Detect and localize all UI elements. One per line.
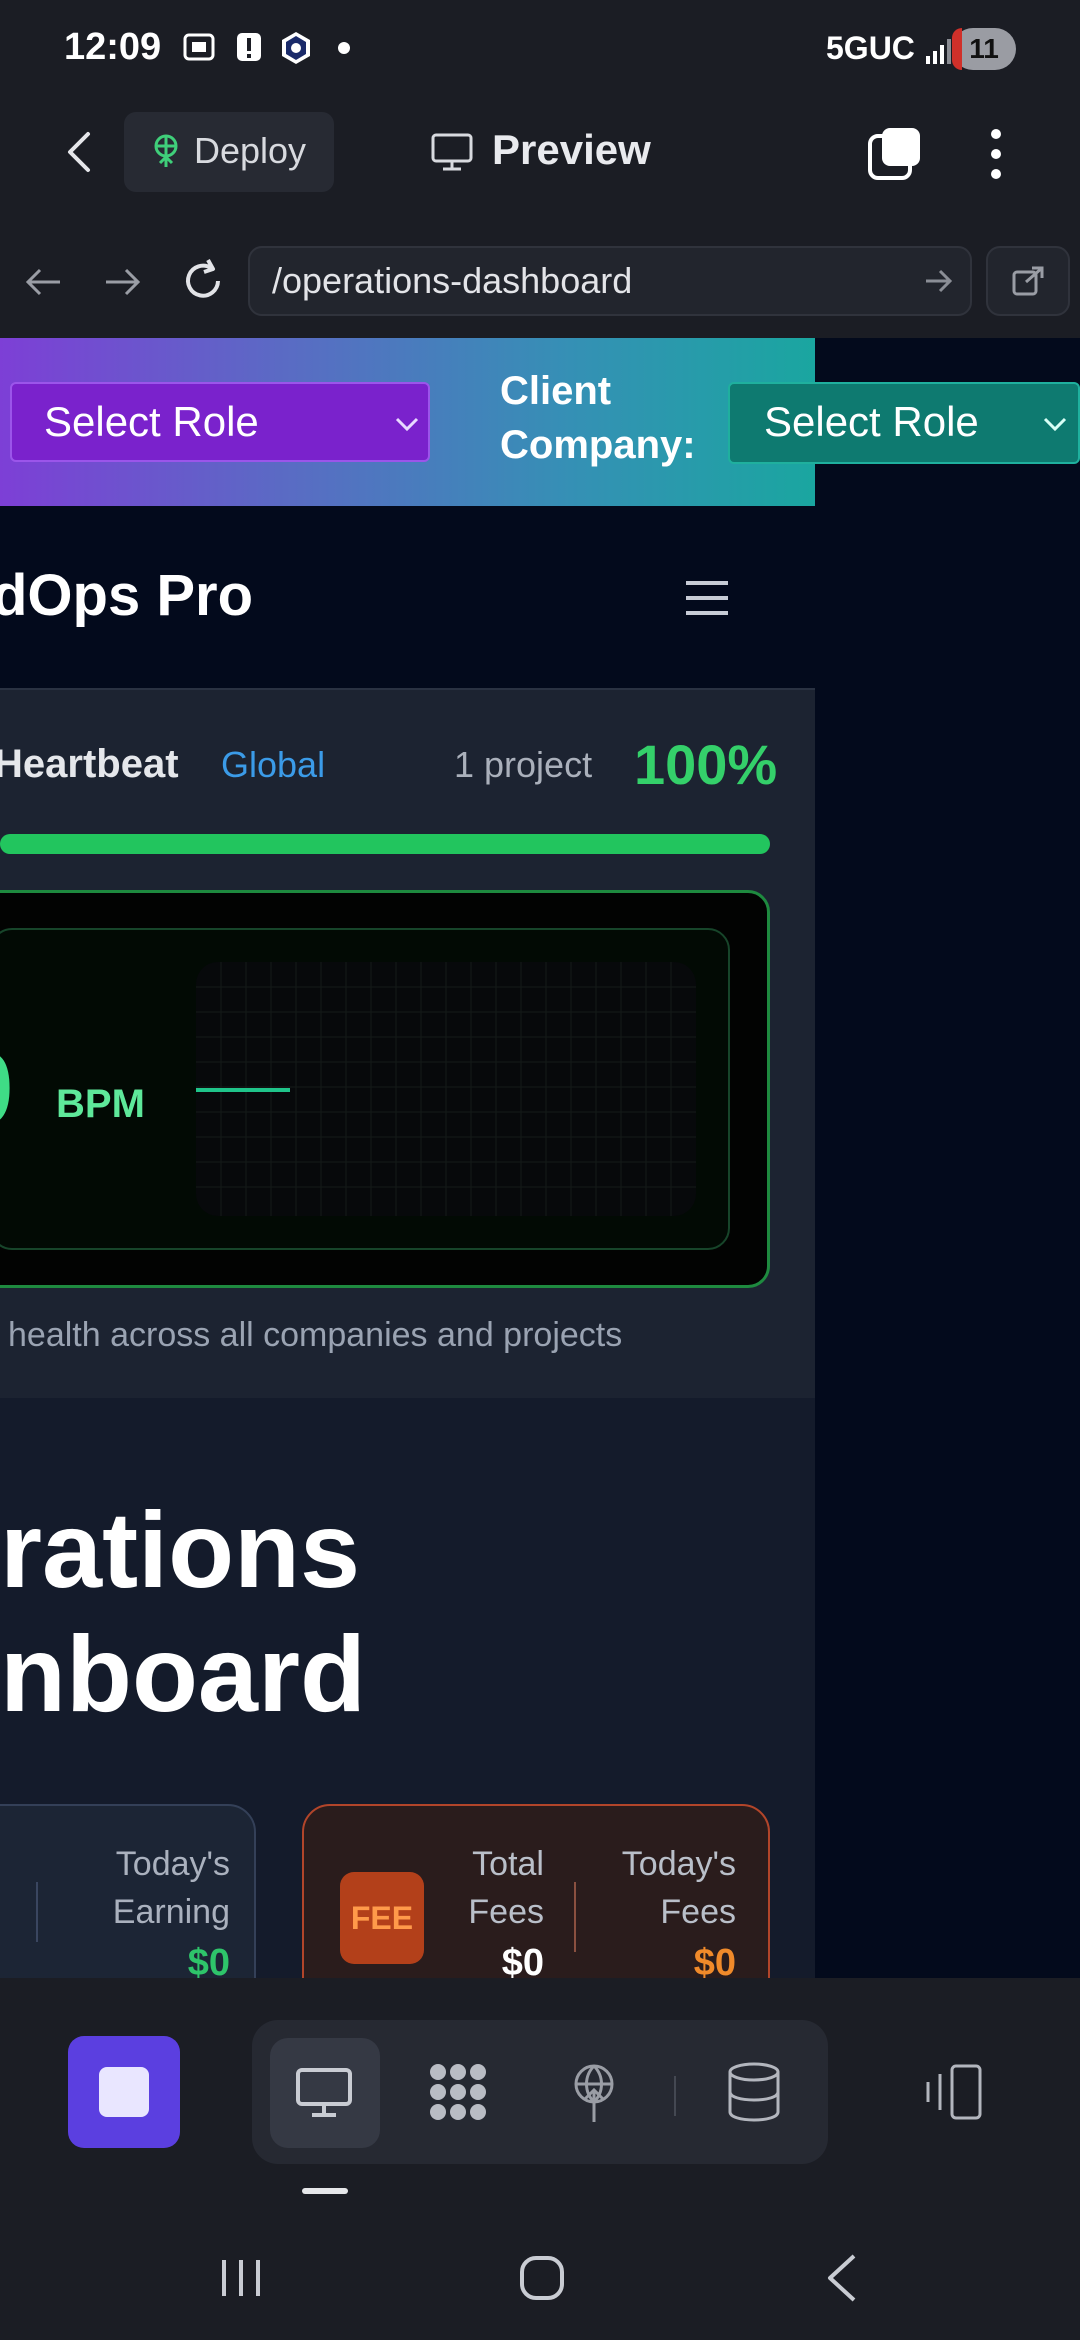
status-time: 12:09 xyxy=(64,26,162,68)
browser-back-icon[interactable] xyxy=(22,262,66,302)
bpm-unit: BPM xyxy=(56,1082,145,1126)
health-progress-bar xyxy=(0,834,770,854)
heartbeat-title: Heartbeat xyxy=(0,742,179,786)
role-select-value: Select Role xyxy=(44,398,259,445)
network-indicator: 5GUC xyxy=(826,30,954,67)
url-text: /operations-dashboard xyxy=(272,260,633,301)
browser-forward-icon[interactable] xyxy=(100,262,144,302)
recents-icon[interactable] xyxy=(218,2256,264,2300)
card-divider xyxy=(36,1882,38,1942)
todays-fees-label: Today's Fees xyxy=(621,1845,736,1931)
external-link-icon xyxy=(1010,266,1046,298)
back-icon[interactable] xyxy=(56,128,104,176)
chevron-down-icon xyxy=(394,414,420,434)
monitor-icon xyxy=(430,132,474,172)
workflow-icon[interactable] xyxy=(426,2060,490,2124)
deploy-icon[interactable] xyxy=(562,2060,626,2124)
stop-icon xyxy=(99,2067,149,2117)
scope-link[interactable]: Global xyxy=(221,744,325,786)
tabs-icon[interactable] xyxy=(866,124,924,182)
menu-icon[interactable] xyxy=(684,578,730,618)
panels-icon[interactable] xyxy=(922,2060,986,2124)
go-arrow-icon[interactable] xyxy=(922,266,954,296)
network-label: 5GUC xyxy=(826,30,915,66)
toolbar-separator xyxy=(674,2076,676,2116)
database-icon[interactable] xyxy=(722,2060,786,2124)
deploy-icon xyxy=(148,133,184,169)
screenshot-icon xyxy=(182,30,216,66)
fee-badge-icon: FEE xyxy=(340,1872,424,1964)
client-company-label: Client Company: xyxy=(500,369,696,467)
more-vert-icon[interactable] xyxy=(982,124,1010,184)
health-percentage: 100% xyxy=(634,733,778,796)
deploy-label: Deploy xyxy=(194,130,307,171)
system-back-icon[interactable] xyxy=(824,2252,858,2304)
desktop-icon[interactable] xyxy=(292,2060,356,2124)
heartbeat-description: health across all companies and projects xyxy=(8,1316,623,1354)
crypto-app-icon xyxy=(278,30,312,66)
battery-badge: 11 xyxy=(952,28,1016,70)
signal-icon xyxy=(925,38,951,64)
card-divider xyxy=(574,1882,576,1952)
todays-earning-label: Today's Earning xyxy=(112,1845,230,1931)
preview-tab[interactable]: Preview xyxy=(492,126,651,174)
page-title-line2: nboard xyxy=(0,1613,366,1734)
page-title-line1: rations xyxy=(0,1489,361,1610)
bpm-value: 0 xyxy=(0,1030,14,1149)
active-tab-indicator xyxy=(302,2188,348,2194)
alert-icon xyxy=(232,30,266,66)
project-count: 1 project xyxy=(454,744,593,785)
ecg-trace xyxy=(196,1088,290,1092)
page-title: rations nboard xyxy=(0,1488,790,1736)
chevron-down-icon xyxy=(1042,414,1068,434)
client-select-value: Select Role xyxy=(764,398,979,445)
home-icon[interactable] xyxy=(518,2254,566,2302)
reload-icon[interactable] xyxy=(178,256,228,306)
brand-title: dOps Pro xyxy=(0,563,254,628)
notification-dot xyxy=(338,42,350,54)
total-fees-label: Total Fees xyxy=(468,1845,544,1931)
